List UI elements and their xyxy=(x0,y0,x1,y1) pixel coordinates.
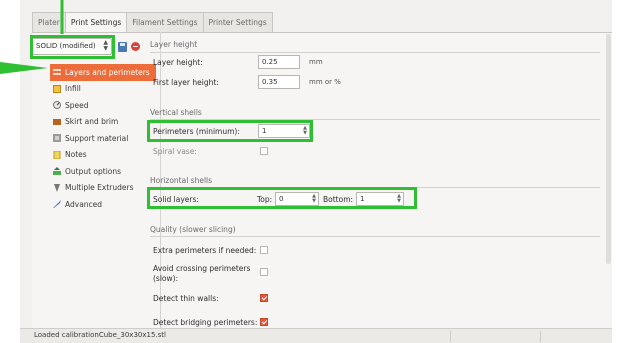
detect-thin-walls-checkbox[interactable] xyxy=(260,294,268,302)
section-title-quality: Quality (slower slicing) xyxy=(150,225,236,234)
bottom-label: Bottom: xyxy=(323,195,354,204)
section-title-layer-height: Layer height xyxy=(150,40,198,49)
tab-filament-settings[interactable]: Filament Settings xyxy=(126,12,204,32)
preset-select[interactable]: SOLID (modified) ▲ ▼ xyxy=(32,38,112,55)
avoid-crossing-checkbox[interactable] xyxy=(260,268,268,276)
avoid-crossing-label-line1: Avoid crossing perimeters xyxy=(153,264,251,273)
detect-bridging-checkbox[interactable] xyxy=(260,318,268,326)
spin-arrows-icon[interactable]: ▲ ▼ xyxy=(397,194,401,204)
preset-select-value: SOLID (modified) xyxy=(36,42,96,50)
section-divider xyxy=(150,52,600,53)
status-message: Loaded calibrationCube_30x30x15.stl xyxy=(34,331,166,339)
nav-item-label: Advanced xyxy=(65,199,103,209)
layers-icon xyxy=(53,69,61,76)
nav-item-layers-and-perimeters[interactable]: Layers and perimeters xyxy=(50,64,156,81)
save-preset-button[interactable] xyxy=(118,41,127,52)
tab-plater[interactable]: Plater xyxy=(32,12,66,32)
nav-item-output-options[interactable]: Output options xyxy=(50,163,156,180)
top-layers-value: 0 xyxy=(279,195,284,203)
detect-thin-walls-label: Detect thin walls: xyxy=(153,294,219,303)
perimeters-stepper[interactable]: 1 ▲ ▼ xyxy=(258,124,310,138)
extra-perimeters-checkbox[interactable] xyxy=(260,246,268,254)
vertical-scrollbar[interactable] xyxy=(606,34,611,264)
section-divider xyxy=(150,236,600,237)
section-divider xyxy=(150,187,600,188)
nav-item-label: Multiple Extruders xyxy=(65,183,134,193)
infill-icon xyxy=(53,84,61,93)
first-layer-height-label: First layer height: xyxy=(153,78,219,87)
perimeters-label: Perimeters (minimum): xyxy=(153,127,240,136)
extruders-icon xyxy=(54,183,60,192)
nav-item-label: Skirt and brim xyxy=(65,117,119,127)
nav-item-skirt-and-brim[interactable]: Skirt and brim xyxy=(50,114,156,131)
spin-arrows-icon[interactable]: ▲ ▼ xyxy=(312,194,316,204)
advanced-icon xyxy=(53,200,61,209)
section-divider xyxy=(150,119,600,120)
status-bar: Loaded calibrationCube_30x30x15.stl xyxy=(20,328,612,343)
nav-item-label: Support material xyxy=(65,133,129,143)
chevron-updown-icon: ▲ ▼ xyxy=(103,39,108,52)
layer-height-unit: mm xyxy=(309,58,323,66)
support-icon xyxy=(53,134,61,143)
first-layer-height-unit: mm or % xyxy=(309,78,341,86)
settings-nav: Layers and perimeters Infill Speed Skirt… xyxy=(50,64,156,213)
output-icon xyxy=(53,167,61,176)
notes-icon xyxy=(53,150,61,159)
nav-item-infill[interactable]: Infill xyxy=(50,81,156,98)
solid-layers-label: Solid layers: xyxy=(153,195,199,204)
speed-icon xyxy=(53,101,61,110)
skirt-icon xyxy=(53,118,61,125)
status-divider xyxy=(540,331,541,342)
first-layer-height-input[interactable]: 0.35 xyxy=(258,75,300,89)
perimeters-value: 1 xyxy=(262,127,267,135)
nav-item-notes[interactable]: Notes xyxy=(50,147,156,164)
section-title-vertical-shells: Vertical shells xyxy=(150,108,202,117)
nav-item-label: Speed xyxy=(65,100,89,110)
nav-item-multiple-extruders[interactable]: Multiple Extruders xyxy=(50,180,156,197)
nav-item-label: Notes xyxy=(65,150,87,160)
nav-item-label: Output options xyxy=(65,166,122,176)
top-layers-stepper[interactable]: 0 ▲ ▼ xyxy=(275,192,319,206)
nav-item-label: Layers and perimeters xyxy=(65,67,150,77)
nav-item-support-material[interactable]: Support material xyxy=(50,130,156,147)
tab-print-settings[interactable]: Print Settings xyxy=(64,12,128,33)
detect-bridging-label: Detect bridging perimeters: xyxy=(153,318,258,327)
status-divider xyxy=(450,331,451,342)
layer-height-input[interactable]: 0.25 xyxy=(258,55,300,69)
preset-row: SOLID (modified) ▲ ▼ xyxy=(32,38,140,55)
nav-item-advanced[interactable]: Advanced xyxy=(50,196,156,213)
delete-preset-button[interactable] xyxy=(131,42,140,51)
spiral-vase-checkbox[interactable] xyxy=(260,147,268,155)
tab-printer-settings[interactable]: Printer Settings xyxy=(202,12,273,32)
tab-bar: Plater Print Settings Filament Settings … xyxy=(32,12,273,33)
app-window: Plater Print Settings Filament Settings … xyxy=(20,0,612,343)
nav-item-speed[interactable]: Speed xyxy=(50,97,156,114)
spin-arrows-icon[interactable]: ▲ ▼ xyxy=(303,126,307,136)
bottom-layers-stepper[interactable]: 1 ▲ ▼ xyxy=(356,192,404,206)
layer-height-label: Layer height: xyxy=(153,58,203,67)
avoid-crossing-label-line2: (slow): xyxy=(153,274,179,283)
bottom-layers-value: 1 xyxy=(360,195,365,203)
extra-perimeters-label: Extra perimeters if needed: xyxy=(153,246,257,255)
spiral-vase-label: Spiral vase: xyxy=(153,147,197,156)
section-title-horizontal-shells: Horizontal shells xyxy=(150,176,213,185)
top-label: Top: xyxy=(257,195,273,204)
nav-item-label: Infill xyxy=(65,84,81,94)
